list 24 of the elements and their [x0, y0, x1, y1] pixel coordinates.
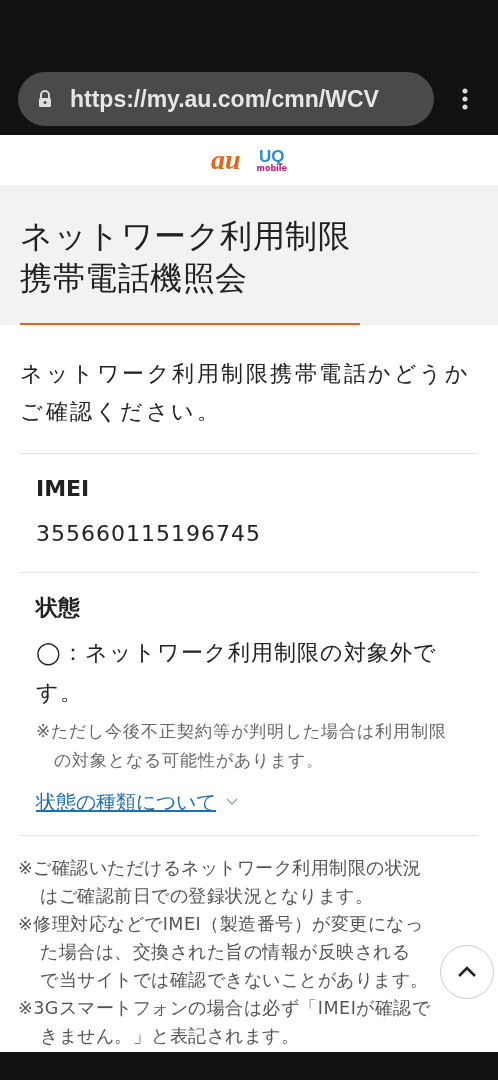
note-line: ※ご確認いただけるネットワーク利用制限の状況: [18, 857, 422, 880]
note-line: ※3Gスマートフォンの場合は必ず「IMEIが確認で: [18, 997, 431, 1020]
note-line: で当サイトでは確認できないことがあります。: [39, 969, 429, 992]
field-note: ※ただし今後不正契約等が判明した場合は利用制限の対象となる可能性があります。: [36, 720, 448, 772]
uq-logo: UQ: [259, 147, 285, 165]
chevron-up-icon: [457, 966, 477, 978]
note-line: ※修理対応などでIMEI（製造番号）が変更になっ: [18, 913, 424, 936]
field-label: IMEI: [36, 475, 91, 503]
field-value: ◯：ネットワーク利用制限の対象外です。: [36, 639, 438, 707]
lock-icon: [38, 90, 52, 108]
field-value: 355660115196745: [36, 520, 262, 548]
note-line: た場合は、交換された旨の情報が反映される: [39, 941, 410, 964]
info-link[interactable]: 状態の種類について: [36, 787, 238, 817]
page-title: ネットワーク利用制限携帯電話機照会: [20, 216, 351, 299]
intro-text: ネットワーク利用制限携帯電話かどうかご確認ください。: [20, 355, 478, 454]
address-bar[interactable]: https://my.au.com/cmn/WCV: [18, 72, 434, 126]
chevron-down-icon: [226, 798, 238, 806]
field-label: 状態: [36, 594, 81, 622]
url-text: https://my.au.com/cmn/WCV: [70, 85, 379, 113]
more-menu-icon[interactable]: [462, 88, 468, 110]
note-line: きません。」と表記されます。: [39, 1025, 299, 1048]
au-logo: au: [210, 146, 241, 174]
note-line: はご確認前日での登録状況となります。: [39, 885, 373, 908]
logo-subtext: mobile: [256, 164, 287, 173]
